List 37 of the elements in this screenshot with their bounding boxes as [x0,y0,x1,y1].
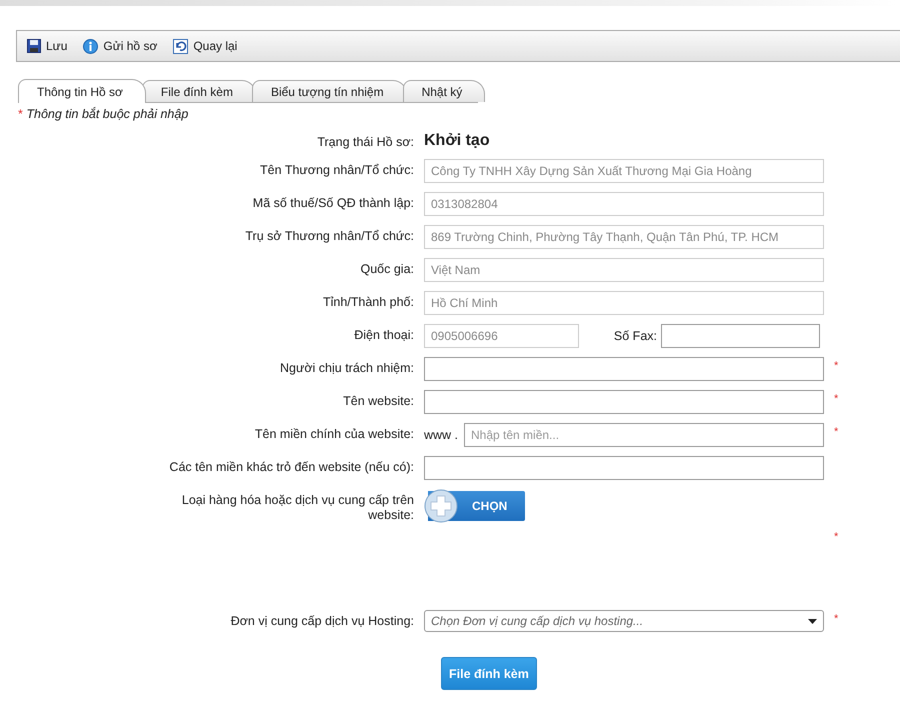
required-mark: * [834,392,840,405]
text-field[interactable] [424,390,824,414]
field-label: Tên Thương nhân/Tổ chức: [259,162,414,178]
field-label: Mã số thuế/Số QĐ thành lập: [252,195,414,211]
status-value: Khởi tạo [424,131,491,150]
field-label: Trạng thái Hồ sơ: [316,134,414,150]
attach-file-button[interactable]: File đính kèm [441,657,537,690]
required-mark: * [834,530,840,543]
field-label: Quốc gia: [359,261,414,277]
hosting-dropdown[interactable]: Chọn Đơn vị cung cấp dịch vụ hosting... [424,610,824,632]
field-label: Tỉnh/Thành phố: [322,294,414,310]
domain-prefix: www . [424,428,458,442]
toolbar-button[interactable]: Quay lại [171,36,240,56]
tab[interactable]: Nhật ký [402,80,486,102]
domain-field[interactable]: Nhập tên miền... [464,423,824,447]
field-label: Điện thoại: [353,327,414,343]
tab[interactable]: Thông tin Hồ sơ [18,79,146,103]
text-field[interactable] [424,357,824,381]
fax-label: Số Fax: [614,329,657,343]
required-mark: * [834,425,840,438]
field-label: Trụ sở Thương nhân/Tổ chức: [244,228,414,244]
field-label: Tên website: [342,393,414,409]
undo-icon [173,38,188,54]
field-label: Loại hàng hóa hoặc dịch vụ cung cấp trên website: [180,492,414,523]
toolbar-button[interactable]: Gửi hồ sơ [81,36,160,56]
toolbar-button[interactable]: Lưu [25,37,70,55]
caret-icon [808,618,817,624]
plus-circle-icon [424,489,458,523]
field-label: Người chịu trách nhiệm: [279,360,414,376]
field-label: Các tên miền khác trỏ đến website (nếu có): [168,459,414,475]
required-note: * Thông tin bắt buộc phải nhập [18,107,190,121]
info-icon [83,38,98,54]
required-mark: * [834,359,840,372]
text-field[interactable] [424,456,824,480]
field-label: Tên miền chính của website: [254,426,414,442]
field-label: Đơn vị cung cấp dịch vụ Hosting: [230,613,414,629]
required-mark: * [834,612,840,625]
